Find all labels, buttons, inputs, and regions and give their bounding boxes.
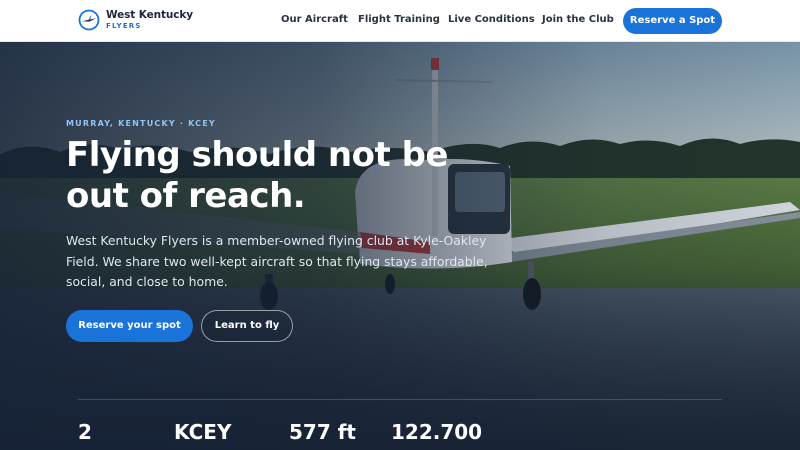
stat-radio-frequency: 122.700 (391, 420, 483, 444)
stat-aircraft-count: 2 (78, 420, 92, 444)
nav-link-join-the-club[interactable]: Join the Club (542, 14, 614, 25)
reserve-spot-button[interactable]: Reserve a Spot (623, 8, 722, 34)
brand-logo-link[interactable]: West Kentucky FLYERS (78, 9, 193, 31)
site-header: West Kentucky FLYERS Our Aircraft Flight… (0, 0, 800, 42)
nav-link-live-conditions[interactable]: Live Conditions (448, 14, 535, 25)
hero-description: West Kentucky Flyers is a member-owned f… (66, 233, 488, 289)
reserve-your-spot-button[interactable]: Reserve your spot (66, 310, 193, 342)
location-eyebrow: MURRAY, KENTUCKY · KCEY (66, 119, 216, 128)
nav-link-flight-training[interactable]: Flight Training (358, 14, 440, 25)
stats-divider (78, 399, 722, 400)
nav-link-our-aircraft[interactable]: Our Aircraft (281, 14, 348, 25)
brand-name: West Kentucky (106, 9, 194, 22)
hero-headline: Flying should not be out of reach. (66, 135, 448, 216)
stat-airport-code: KCEY (174, 420, 232, 444)
stat-field-elevation: 577 ft (289, 420, 356, 444)
brand-subtitle: FLYERS (106, 21, 142, 30)
compass-wing-icon (78, 9, 100, 31)
learn-to-fly-button[interactable]: Learn to fly (201, 310, 293, 342)
brand-wordmark: West Kentucky FLYERS (106, 10, 193, 30)
